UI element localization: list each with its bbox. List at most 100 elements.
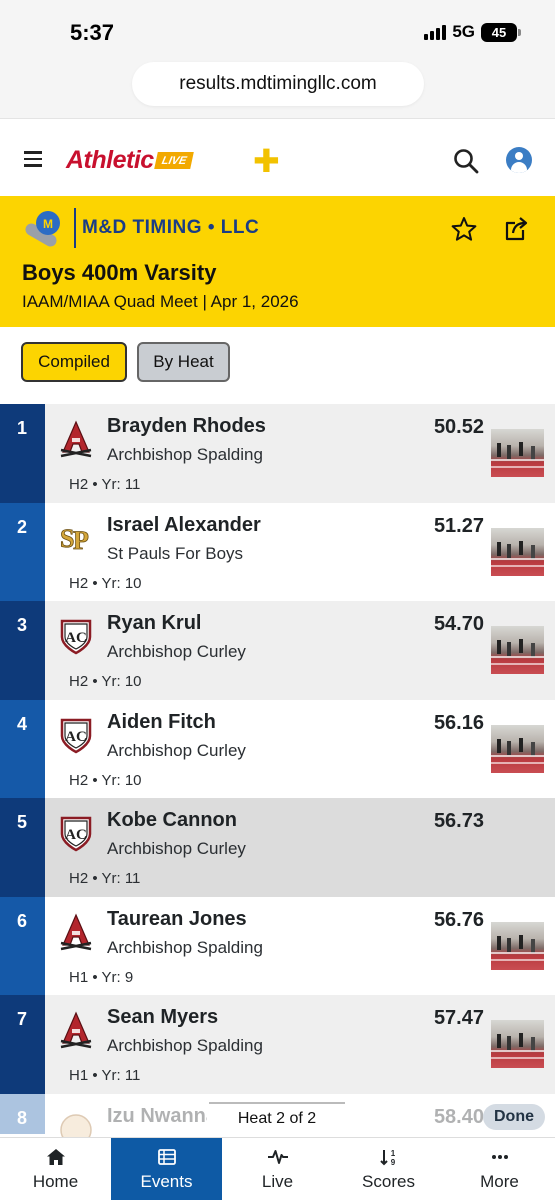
place-number: 1 xyxy=(0,404,45,503)
event-header: M M&D TIMING • LLC Boys 400m Varsity IAA… xyxy=(0,196,555,327)
athlete-name: Taurean Jones xyxy=(107,907,247,930)
events-icon xyxy=(157,1149,176,1165)
browser-bar: results.mdtimingllc.com xyxy=(0,62,555,118)
account-avatar-icon[interactable] xyxy=(506,147,532,173)
svg-text:M: M xyxy=(43,217,53,231)
athlete-name: Izu Nwanna xyxy=(107,1104,218,1127)
menu-icon[interactable] xyxy=(24,151,42,171)
nav-home[interactable]: Home xyxy=(0,1138,111,1200)
place-number: 5 xyxy=(0,798,45,897)
athlete-name: Brayden Rhodes xyxy=(107,415,266,437)
view-toggle: Compiled By Heat xyxy=(0,327,555,404)
heat-year: H2 • Yr: 10 xyxy=(69,771,142,789)
place-number: 4 xyxy=(0,699,45,798)
share-icon[interactable] xyxy=(503,215,531,243)
compiled-tab[interactable]: Compiled xyxy=(21,342,127,382)
school-name: Archbishop Spalding xyxy=(107,1036,263,1055)
result-time: 56.16 xyxy=(433,711,484,734)
svg-text:1: 1 xyxy=(390,1149,395,1158)
result-row[interactable]: 6 Taurean Jones Archbishop Spalding H1 •… xyxy=(0,896,555,995)
status-time: 5:37 xyxy=(70,20,115,45)
favorite-star-icon[interactable] xyxy=(451,216,477,242)
network-label: 5G xyxy=(452,22,475,41)
result-time: 50.52 xyxy=(433,416,484,438)
result-row[interactable]: 4 AC Aiden Fitch Archbishop Curley H2 • … xyxy=(0,699,555,798)
school-name: Archbishop Curley xyxy=(107,839,246,858)
nav-label: Home xyxy=(32,1172,79,1191)
athlete-name: Sean Myers xyxy=(107,1006,219,1028)
nav-label: Live xyxy=(261,1172,294,1191)
org-name: M&D TIMING • LLC xyxy=(82,217,260,238)
finish-photo-thumbnail[interactable] xyxy=(491,724,544,773)
result-row[interactable]: 1 Brayden Rhodes Archbishop Spalding H2 … xyxy=(0,404,555,503)
result-row[interactable]: 7 Sean Myers Archbishop Spalding H1 • Yr… xyxy=(0,995,555,1094)
search-icon[interactable] xyxy=(452,147,480,175)
by-heat-tab[interactable]: By Heat xyxy=(137,342,230,382)
event-title: Boys 400m Varsity xyxy=(22,260,217,285)
result-row[interactable]: 3 AC Ryan Krul Archbishop Curley H2 • Yr… xyxy=(0,601,555,700)
heat-year: H1 • Yr: 9 xyxy=(69,968,134,986)
more-icon xyxy=(491,1155,508,1159)
plus-logo-icon[interactable]: ✚ xyxy=(253,145,280,177)
logo-badge: LIVE xyxy=(153,152,194,169)
result-time: 51.27 xyxy=(433,514,484,537)
results-list: 1 Brayden Rhodes Archbishop Spalding H2 … xyxy=(0,404,555,1146)
md-emblem-icon: M xyxy=(25,211,60,247)
result-row[interactable]: 5 AC Kobe Cannon Archbishop Curley H2 • … xyxy=(0,798,555,897)
nav-events[interactable]: Events xyxy=(111,1138,222,1200)
finish-photo-thumbnail[interactable] xyxy=(491,527,544,576)
st-pauls-logo-icon: S P xyxy=(60,523,90,555)
svg-text:AC: AC xyxy=(65,729,87,745)
status-bar: 5:37 5G 45 xyxy=(0,0,555,62)
heat-year: H1 • Yr: 11 xyxy=(69,1067,141,1084)
school-name: Archbishop Spalding xyxy=(107,937,263,957)
event-subtitle: IAAM/MIAA Quad Meet | Apr 1, 2026 xyxy=(22,292,299,311)
heat-year: H2 • Yr: 11 xyxy=(69,476,141,493)
school-name: Archbishop Spalding xyxy=(107,445,263,464)
battery-icon: 45 xyxy=(481,22,521,42)
athlete-name: Israel Alexander xyxy=(107,513,261,536)
athlete-name: Aiden Fitch xyxy=(107,710,216,733)
home-icon xyxy=(46,1149,65,1165)
nav-label: Scores xyxy=(362,1172,415,1191)
scores-icon: 1 9 xyxy=(379,1149,395,1167)
curley-logo-icon: AC xyxy=(60,816,92,852)
heat-indicator: Heat 2 of 2 xyxy=(207,1102,347,1134)
finish-photo-thumbnail[interactable] xyxy=(491,921,544,970)
nav-label: More xyxy=(480,1172,519,1191)
done-button[interactable]: Done xyxy=(483,1104,545,1130)
athlete-name: Kobe Cannon xyxy=(107,809,237,831)
logo-text: Athletic xyxy=(66,146,154,174)
finish-photo-thumbnail[interactable] xyxy=(491,626,544,674)
bottom-nav: Home Events Live 1 9 Scores More xyxy=(0,1137,555,1200)
spalding-logo-icon xyxy=(60,1011,92,1049)
place-number: 6 xyxy=(0,896,45,995)
svg-text:AC: AC xyxy=(65,630,87,646)
curley-logo-icon: AC xyxy=(60,718,92,753)
place-number: 7 xyxy=(0,995,45,1094)
result-time: 56.76 xyxy=(433,908,484,931)
svg-text:9: 9 xyxy=(390,1158,395,1167)
athletic-live-logo[interactable]: Athletic LIVE xyxy=(66,146,194,175)
spalding-logo-icon xyxy=(60,912,92,950)
result-row[interactable]: 2 S P Israel Alexander St Pauls For Boys… xyxy=(0,502,555,601)
live-icon xyxy=(267,1150,288,1164)
result-time: 58.40 xyxy=(433,1105,484,1128)
spalding-logo-icon xyxy=(60,420,92,458)
school-name: St Pauls For Boys xyxy=(107,543,244,563)
nav-live[interactable]: Live xyxy=(222,1138,333,1200)
result-time: 54.70 xyxy=(433,613,484,635)
result-time: 56.73 xyxy=(433,810,484,832)
heat-year: H2 • Yr: 11 xyxy=(69,870,141,887)
svg-text:AC: AC xyxy=(65,827,87,843)
nav-scores[interactable]: 1 9 Scores xyxy=(333,1138,444,1200)
heat-year: H2 • Yr: 10 xyxy=(69,673,142,690)
place-number: 3 xyxy=(0,601,45,700)
finish-photo-thumbnail[interactable] xyxy=(491,1020,544,1068)
nav-label: Events xyxy=(140,1172,193,1191)
signal-icon xyxy=(424,24,447,40)
app-header: Athletic LIVE ✚ xyxy=(0,118,555,196)
nav-more[interactable]: More xyxy=(444,1138,555,1200)
finish-photo-thumbnail[interactable] xyxy=(491,429,544,477)
url-field[interactable]: results.mdtimingllc.com xyxy=(132,62,424,106)
